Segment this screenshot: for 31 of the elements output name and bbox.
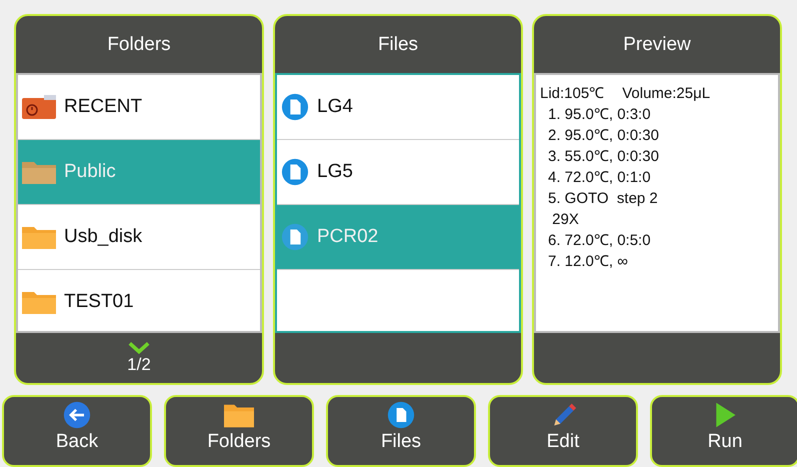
program-step: 5. GOTO step 2: [540, 188, 774, 209]
page-indicator: 1/2: [127, 355, 151, 375]
panel-title: Folders: [106, 32, 172, 56]
clock-folder-icon: [22, 95, 56, 119]
folder-item[interactable]: TEST01: [18, 270, 260, 331]
file-item[interactable]: LG4: [277, 75, 519, 140]
program-step: 4. 72.0℃, 0:1:0: [540, 167, 774, 188]
lid-temperature: Lid:105℃: [540, 84, 604, 104]
document-icon: [386, 401, 416, 429]
program-step: 29X: [540, 209, 774, 230]
program-step: 2. 95.0℃, 0:0:30: [540, 125, 774, 146]
program-step: 6. 72.0℃, 0:5:0: [540, 230, 774, 251]
folder-button[interactable]: Folders: [164, 395, 314, 467]
folder-icon: [22, 225, 56, 249]
document-icon: [281, 158, 309, 186]
program-step: 7. 12.0℃, ∞: [540, 251, 774, 272]
chevron-down-icon[interactable]: [128, 341, 150, 355]
folder-icon: [22, 290, 56, 314]
edit-button[interactable]: Edit: [488, 395, 638, 467]
folder-item[interactable]: Usb_disk: [18, 205, 260, 270]
document-icon: [281, 93, 309, 121]
panel-title: Files: [376, 32, 420, 56]
volume-value: Volume:25μL: [622, 84, 710, 104]
folder-icon: [22, 160, 56, 184]
run-button[interactable]: Run: [650, 395, 797, 467]
program-step: 1. 95.0℃, 0:3:0: [540, 104, 774, 125]
back-button[interactable]: Back: [2, 395, 152, 467]
program-step: 3. 55.0℃, 0:0:30: [540, 146, 774, 167]
panel-title: Preview: [622, 32, 692, 56]
file-button[interactable]: Files: [326, 395, 476, 467]
document-icon: [281, 223, 309, 251]
